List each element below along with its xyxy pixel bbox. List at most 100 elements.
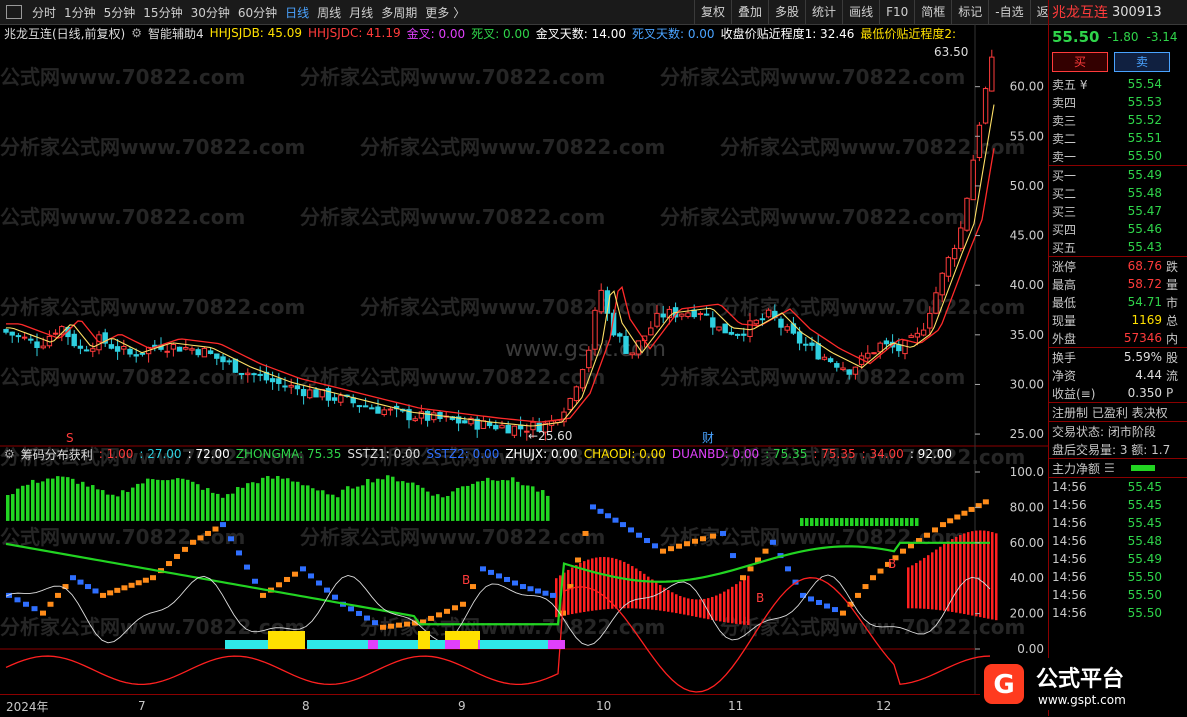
step-marker <box>396 622 402 628</box>
green-bar <box>91 485 95 521</box>
period-tab[interactable]: 30分钟 <box>187 4 234 21</box>
candle-body <box>586 349 592 369</box>
green-bar <box>86 486 90 521</box>
step-marker <box>620 522 626 528</box>
red-bar <box>951 539 954 612</box>
red-bar <box>683 597 686 615</box>
red-bar <box>695 599 698 617</box>
tool-button[interactable]: 标记 <box>951 0 988 24</box>
green-bar <box>536 491 540 521</box>
watermark-text: 分析家公式网www.70822.com <box>660 205 965 229</box>
finance-mark-label: 财 <box>702 431 714 445</box>
step-marker <box>747 566 754 572</box>
step-marker <box>388 623 394 629</box>
step-marker <box>582 530 589 536</box>
step-marker <box>590 504 596 510</box>
menu-box-icon[interactable] <box>6 5 22 19</box>
green-bar <box>496 480 500 521</box>
green-bar <box>406 482 410 521</box>
green-bar <box>186 479 190 521</box>
candle-body <box>871 352 877 355</box>
red-bar <box>639 571 642 609</box>
row-extra: 内 <box>1166 331 1179 346</box>
step-marker <box>205 530 211 536</box>
period-tab[interactable]: 月线 <box>345 4 377 21</box>
candle-body <box>908 335 914 338</box>
indicator-name[interactable]: 智能辅助4 <box>148 25 204 42</box>
candle-body <box>933 292 939 314</box>
period-tab[interactable]: 15分钟 <box>139 4 186 21</box>
period-tab[interactable]: 周线 <box>313 4 345 21</box>
row-extra: 流 <box>1166 368 1179 383</box>
green-bar <box>166 480 170 521</box>
green-bar <box>481 480 485 521</box>
step-marker <box>236 550 242 556</box>
red-bar <box>627 563 630 609</box>
step-marker <box>520 584 526 590</box>
high-price-label: 63.50 <box>934 45 968 59</box>
red-bar <box>719 593 722 622</box>
green-bar <box>516 481 520 521</box>
period-tab[interactable]: 更多 <box>421 4 453 21</box>
step-marker <box>527 586 534 592</box>
stat-row: 最低 54.71 市 <box>1049 293 1187 311</box>
period-tab[interactable]: 60分钟 <box>234 4 281 21</box>
tool-button[interactable]: 画线 <box>842 0 879 24</box>
kline-chart[interactable]: 分析家公式网www.70822.com 分析家公式网www.70822.com 分析… <box>0 24 1048 694</box>
step-marker <box>628 527 634 533</box>
buy-button[interactable]: 买 <box>1052 52 1108 72</box>
candle-body <box>567 397 573 410</box>
period-tab[interactable]: 多周期 <box>377 4 421 21</box>
stock-flags: 注册制 已盈利 表决权 <box>1052 405 1168 420</box>
step-marker <box>940 522 946 528</box>
green-bar <box>261 477 265 521</box>
green-bar <box>875 518 879 527</box>
tool-button[interactable]: 简框 <box>914 0 951 24</box>
tool-button[interactable]: 统计 <box>805 0 842 24</box>
gear-icon[interactable]: ⚙ <box>4 447 15 461</box>
step-marker <box>816 599 822 605</box>
green-bar <box>201 489 205 521</box>
chevron-right-icon[interactable]: 〉 <box>453 4 465 21</box>
period-tab[interactable]: 分时 <box>28 4 60 21</box>
green-bar <box>131 487 135 521</box>
step-marker <box>740 575 746 581</box>
green-bar <box>401 481 405 521</box>
tool-button[interactable]: -自选 <box>988 0 1029 24</box>
period-tab[interactable]: 5分钟 <box>100 4 140 21</box>
jincha-value: 金叉: 0.00 <box>406 26 466 41</box>
stat-row: 净资 4.44 流 <box>1049 366 1187 384</box>
green-bar <box>336 497 340 521</box>
tool-button[interactable]: F10 <box>879 0 914 24</box>
netflow-row[interactable]: 主力净额 ☰ <box>1049 459 1187 477</box>
tool-button[interactable]: 多股 <box>768 0 805 24</box>
step-marker <box>668 546 674 552</box>
candle-body <box>294 385 301 390</box>
green-bar <box>840 518 844 527</box>
sub-value: : 34.00 <box>861 447 904 461</box>
green-bar <box>910 518 914 527</box>
sell-button[interactable]: 卖 <box>1114 52 1170 72</box>
green-bar <box>446 495 450 521</box>
row-value: 55.53 <box>1127 95 1162 109</box>
period-tab-active[interactable]: 日线 <box>281 4 313 21</box>
step-marker <box>324 587 330 593</box>
signal-block <box>368 640 378 649</box>
green-bar <box>521 485 525 521</box>
tool-button[interactable]: 复权 <box>694 0 731 24</box>
step-marker <box>700 536 706 542</box>
step-marker <box>684 541 690 547</box>
period-tab[interactable]: 1分钟 <box>60 4 100 21</box>
tool-button[interactable]: 叠加 <box>731 0 768 24</box>
buy-signal-label: B <box>756 591 764 605</box>
price-pct: -3.14 <box>1146 30 1178 44</box>
green-bar <box>471 483 475 521</box>
step-marker <box>284 576 290 582</box>
step-marker <box>23 601 29 607</box>
bid-row: 买五 55.43 <box>1049 238 1187 256</box>
green-bar <box>431 495 435 521</box>
gear-icon[interactable]: ⚙ <box>131 26 142 40</box>
candle-body <box>914 332 921 338</box>
sub-indicator-name[interactable]: 筹码分布获利 <box>21 446 93 463</box>
menu-icon[interactable]: ☰ <box>1104 461 1115 475</box>
